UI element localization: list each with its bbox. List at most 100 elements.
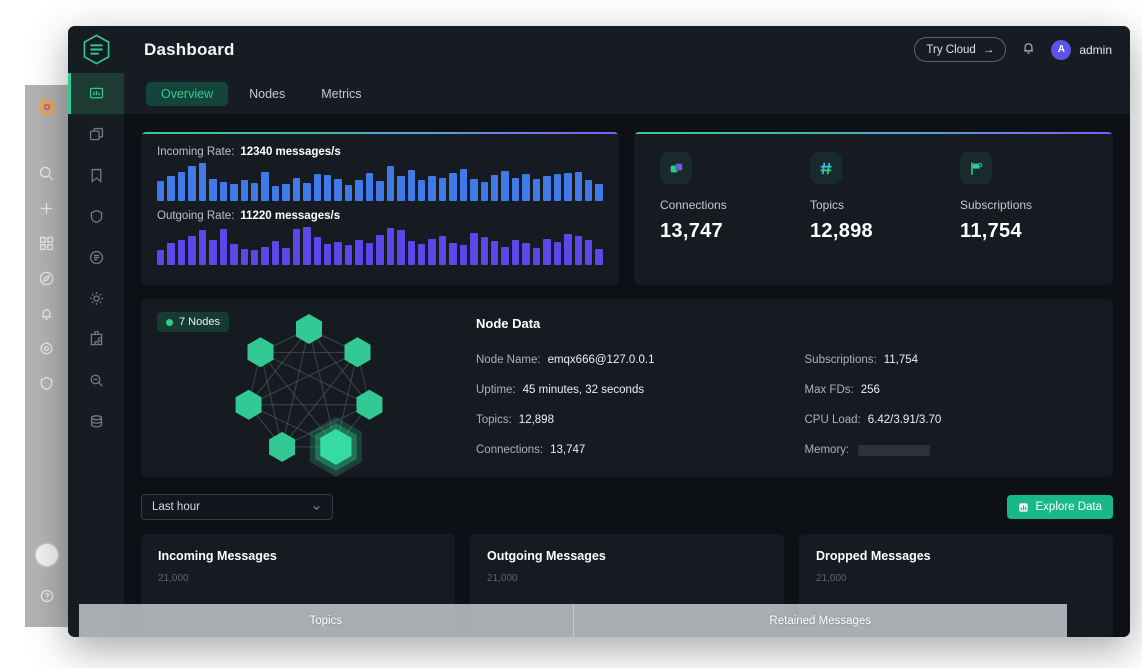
tab-nodes[interactable]: Nodes [234,82,300,106]
time-range-select[interactable]: Last hour [141,494,333,520]
overlay-cell-retained-messages[interactable]: Retained Messages [572,604,1068,637]
gear-icon[interactable] [25,331,68,366]
arrow-right-icon: → [982,43,995,56]
sparkline-bar [501,247,509,265]
row-label: Subscriptions: [804,354,877,366]
overlay-cell-topics[interactable]: Topics [79,604,573,637]
sparkline-bar [501,171,509,201]
stat-label: Connections [660,198,727,212]
sidebar-item-diagnose[interactable] [68,360,124,401]
sparkline-bar [157,181,165,201]
cluster-node[interactable] [296,314,322,344]
cluster-node[interactable] [344,337,371,368]
card-title: Dropped Messages [816,549,931,563]
row-value: emqx666@127.0.0.1 [547,354,655,366]
cluster-node[interactable] [235,389,262,420]
sparkline-bar [324,244,332,265]
bell-icon[interactable] [25,296,68,331]
sparkline-bar [470,233,478,265]
sparkline-bar [292,229,301,265]
sidebar-item-data-integration[interactable] [68,401,124,442]
emqx-hexagon-logo-icon[interactable] [68,34,124,65]
tab-bar: Overview Nodes Metrics [124,73,1130,114]
plus-icon[interactable] [25,191,68,226]
sparkline-bar [397,176,405,201]
sidebar-item-configuration[interactable] [68,278,124,319]
sparkline-bar [480,182,488,201]
sidebar-item-topics[interactable] [68,155,124,196]
row-value: 12,898 [518,414,554,426]
sparkline-bar [303,227,311,265]
stat-connections: Connections 13,747 [660,152,810,243]
sparkline-bar [595,249,603,265]
node-row-subscriptions: Subscriptions: 11,754 [805,354,1094,366]
sparkline-bar [438,236,447,265]
sparkline-bar [344,185,353,201]
stat-subscriptions: Subscriptions 11,754 [960,152,1110,243]
help-question-icon[interactable] [25,578,68,613]
sidebar-item-dashboard[interactable] [68,73,124,114]
sparkline-bar [491,241,499,265]
sidebar-item-rule-engine[interactable] [68,237,124,278]
sparkline-bar [177,172,186,201]
node-data-panel: Node Data Node Name: emqx666@127.0.0.1 Up… [461,299,1113,477]
outgoing-rate-sparkline [157,227,603,265]
row-label: Connections: [476,444,544,456]
sparkline-bar [553,174,562,201]
notification-bell-icon[interactable] [1020,39,1037,61]
sparkline-bar [386,228,395,265]
sparkline-bar [271,186,280,201]
grafana-logo-icon[interactable] [34,94,60,120]
row-label: Memory: [804,444,850,456]
nodes-count-label: 7 Nodes [179,316,220,328]
sparkline-bar [167,176,175,201]
sparkline-bar [417,244,426,265]
stats-grid: Connections 13,747 Topics 12,898 Subscri… [634,152,1113,243]
tab-overview[interactable]: Overview [146,81,229,106]
user-menu[interactable]: A admin [1051,39,1112,60]
sparkline-bar [157,250,165,265]
node-row-memory: Memory: [805,444,1094,456]
row-label: Max FDs: [804,384,854,396]
hash-topics-icon [810,152,842,184]
chart-icon [1018,502,1028,512]
cluster-node[interactable] [247,337,274,368]
sparkline-bar [595,184,603,201]
node-data-right-column: Subscriptions: 11,754 Max FDs: 256 CPU Loa… [765,354,1094,474]
avatar[interactable] [35,544,58,566]
compass-icon[interactable] [25,261,68,296]
main-content: Overview Nodes Metrics Incoming Rate: 123… [124,73,1130,637]
search-icon[interactable] [25,156,68,191]
cluster-node[interactable] [356,389,383,420]
axis-max-label: 21,000 [158,573,189,584]
shield-icon[interactable] [25,366,68,401]
sparkline-bar [584,240,593,265]
try-cloud-button[interactable]: Try Cloud → [914,37,1007,62]
sidebar-item-clients[interactable] [68,114,124,155]
sparkline-bar [543,239,551,265]
window-body: Overview Nodes Metrics Incoming Rate: 123… [68,73,1130,637]
tab-metrics[interactable]: Metrics [306,82,376,106]
cluster-node[interactable] [269,431,296,462]
overview-top-row: Incoming Rate: 12340 messages/s Outgoing … [141,132,1113,285]
sidebar-item-access-control[interactable] [68,196,124,237]
page-title: Dashboard [144,39,235,59]
sparkline-bar [438,178,447,201]
sparkline-bar [449,173,457,201]
incoming-rate-value: 12340 messages/s [240,146,341,158]
sparkline-bar [459,245,468,265]
grafana-sidebar [25,85,68,627]
sidebar-item-extensions[interactable] [68,319,124,360]
sparkline-bar [574,172,582,201]
row-value: 6.42/3.91/3.70 [867,414,942,426]
top-bar: Dashboard Try Cloud → A admin [68,26,1130,73]
sparkline-bar [198,230,207,265]
row-value: 256 [860,384,880,396]
dashboards-grid-icon[interactable] [25,226,68,261]
sparkline-bar [480,237,488,265]
explore-data-button[interactable]: Explore Data [1006,495,1113,519]
sparkline-bar [407,170,415,201]
sparkline-bar [459,169,468,201]
sparkline-bar [564,173,572,201]
sparkline-bar [532,248,541,265]
